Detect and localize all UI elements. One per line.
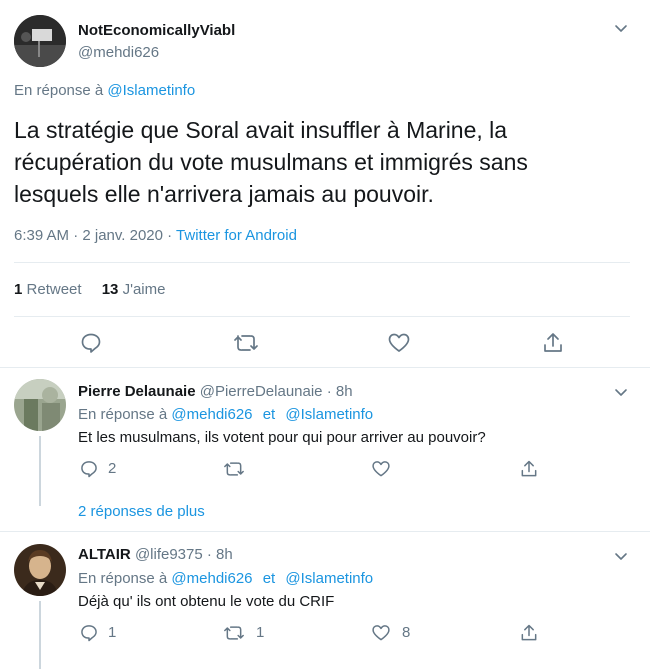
reply-text: Déjà qu' ils ont obtenu le vote du CRIF — [78, 593, 335, 610]
display-name[interactable]: NotEconomicallyViabl — [78, 22, 235, 39]
chevron-down-icon[interactable] — [613, 384, 629, 400]
reply-to-link[interactable]: @mehdi626 — [171, 570, 252, 587]
reply-header: Pierre Delaunaie @PierreDelaunaie · 8h — [78, 383, 353, 400]
retweet-icon[interactable] — [223, 623, 245, 643]
like-label: J'aime — [122, 281, 166, 298]
like-count: 13 — [101, 281, 119, 298]
retweet-icon[interactable] — [223, 459, 245, 479]
reply-icon[interactable] — [79, 459, 99, 479]
reply-conj: et — [262, 570, 276, 587]
reply-prefix: En réponse à — [78, 570, 168, 587]
reply-to-link[interactable]: @Islametinfo — [107, 82, 195, 99]
engagement-stats: 1 Retweet 13 J'aime — [14, 281, 165, 298]
share-icon[interactable] — [541, 331, 565, 355]
avatar[interactable] — [14, 379, 66, 431]
avatar-image — [14, 15, 66, 67]
heart-icon[interactable] — [371, 623, 391, 643]
reply-conj: et — [262, 406, 276, 423]
reply-count: 1 — [108, 624, 117, 641]
client-link[interactable]: Twitter for Android — [176, 227, 297, 244]
avatar-image — [14, 379, 66, 431]
divider — [0, 531, 650, 532]
reply-icon[interactable] — [79, 331, 103, 355]
reply-context: En réponse à @Islametinfo — [14, 82, 195, 99]
reply-header: ALTAIR @life9375 · 8h — [78, 546, 233, 563]
share-icon[interactable] — [519, 623, 539, 643]
reply-to-link[interactable]: @Islametinfo — [285, 406, 373, 423]
like-count: 8 — [402, 624, 411, 641]
more-replies-link[interactable]: 2 réponses de plus — [78, 503, 205, 520]
chevron-down-icon[interactable] — [613, 20, 629, 36]
thread-line — [39, 436, 41, 506]
reply-count: 2 — [108, 460, 117, 477]
handle[interactable]: @mehdi626 — [78, 44, 159, 61]
reply-icon[interactable] — [79, 623, 99, 643]
reply-prefix: En réponse à — [14, 82, 104, 99]
reply-time[interactable]: · 8h — [207, 546, 233, 563]
heart-icon[interactable] — [371, 459, 391, 479]
reply-context: En réponse à @mehdi626 et @Islametinfo — [78, 406, 373, 423]
retweet-icon[interactable] — [233, 331, 259, 355]
handle[interactable]: @life9375 — [135, 546, 203, 563]
retweet-stat[interactable]: 1 Retweet — [14, 281, 86, 298]
reply-text: Et les musulmans, ils votent pour qui po… — [78, 429, 486, 446]
avatar[interactable] — [14, 544, 66, 596]
avatar-image — [14, 544, 66, 596]
retweet-count: 1 — [14, 281, 23, 298]
like-stat[interactable]: 13 J'aime — [102, 281, 166, 298]
timestamp[interactable]: 6:39 AM · 2 janv. 2020 — [14, 227, 163, 244]
retweet-label: Retweet — [26, 281, 82, 298]
retweet-count: 1 — [256, 624, 265, 641]
tweet-meta: 6:39 AM · 2 janv. 2020 · Twitter for And… — [14, 227, 297, 244]
reply-context: En réponse à @mehdi626 et @Islametinfo — [78, 570, 373, 587]
reply-to-link[interactable]: @Islametinfo — [285, 570, 373, 587]
tweet-text: La stratégie que Soral avait insuffler à… — [14, 117, 528, 207]
thread-line — [39, 601, 41, 669]
avatar[interactable] — [14, 15, 66, 67]
chevron-down-icon[interactable] — [613, 548, 629, 564]
reply-to-link[interactable]: @mehdi626 — [171, 406, 252, 423]
reply-prefix: En réponse à — [78, 406, 168, 423]
share-icon[interactable] — [519, 459, 539, 479]
display-name[interactable]: ALTAIR — [78, 546, 131, 563]
heart-icon[interactable] — [387, 331, 411, 355]
handle[interactable]: @PierreDelaunaie — [200, 383, 323, 400]
meta-separator: · — [162, 227, 177, 244]
display-name[interactable]: Pierre Delaunaie — [78, 383, 196, 400]
divider — [14, 316, 630, 317]
reply-time[interactable]: · 8h — [327, 383, 353, 400]
divider — [14, 262, 630, 263]
divider — [0, 367, 650, 368]
